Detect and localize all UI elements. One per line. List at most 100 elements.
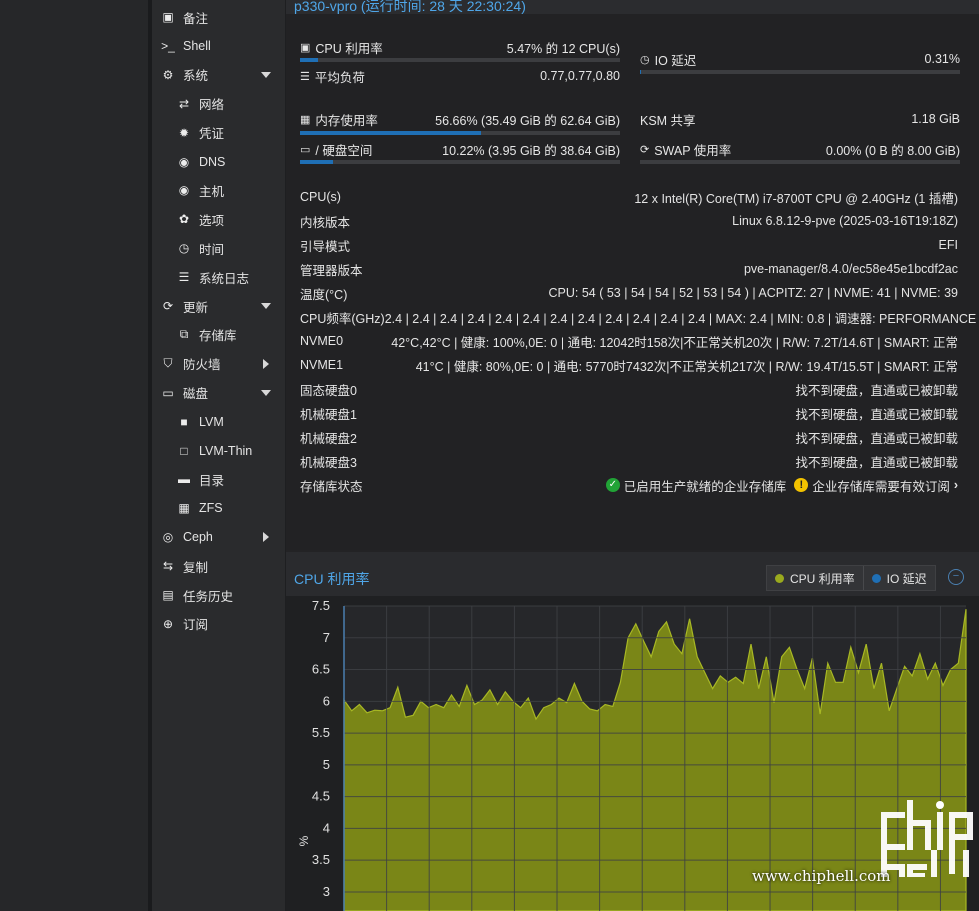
sidebar-item-label: 防火墙 [183,358,221,373]
sidebar-item-7[interactable]: ✿ 选项 [176,205,285,233]
legend-item-io[interactable]: IO 延迟 [862,566,935,590]
info-row: 引导模式 EFI [300,234,958,256]
y-tick-label: 3 [323,884,330,899]
info-row: 机械硬盘1 找不到硬盘，直通或已被卸载 [300,402,958,424]
caret-right-icon[interactable] [263,358,269,369]
sidebar-item-20[interactable]: ▤ 任务历史 [160,581,285,609]
sidebar-item-11[interactable]: ⧉ 存储库 [176,321,285,349]
sidebar-item-label: Ceph [183,530,213,545]
caret-down-icon[interactable] [261,389,271,396]
legend-item-cpu[interactable]: CPU 利用率 [767,566,863,590]
check-circle-icon: ✓ [605,478,620,492]
sidebar-item-8[interactable]: ◷ 时间 [176,234,285,262]
info-key: NVME0 [300,334,344,348]
sidebar-item-18[interactable]: ◎ Ceph [160,523,285,551]
sidebar-item-1[interactable]: >_ Shell [160,32,285,60]
sidebar-item-10[interactable]: ⟳ 更新 [160,292,285,320]
sidebar-item-0[interactable]: ▣ 备注 [160,3,285,31]
ksm-sharing-row: KSM 共享 1.18 GiB [640,110,960,128]
cpu-chip-icon: ▣ [300,41,311,54]
info-value: 找不到硬盘，直通或已被卸载 [795,455,958,470]
info-value: 找不到硬盘，直通或已被卸载 [795,407,958,422]
info-value: 41°C | 健康: 80%,0E: 0 | 通电: 5770时7432次|不正… [415,359,958,374]
sidebar-item-13[interactable]: ▭ 磁盘 [160,379,285,407]
certificate-icon: ✹ [178,125,190,140]
hdd-icon: ▭ [162,385,174,400]
list-alt-icon: ▤ [162,588,174,602]
info-row: CPU频率(GHz) 2.4 | 2.4 | 2.4 | 2.4 | 2.4 | … [300,306,976,328]
watermark-url: www.chiphell.com [752,867,891,885]
info-value: EFI [938,238,958,252]
load-average-label: 平均负荷 [314,70,365,85]
sidebar-item-9[interactable]: ☰ 系统日志 [176,263,285,291]
root-disk-label: / 硬盘空间 [315,143,373,158]
y-tick-label: 5.5 [312,725,330,740]
retweet-icon: ⇆ [162,559,174,574]
sidebar-item-label: 存储库 [199,329,237,344]
info-key: CPU频率(GHz) [300,311,385,326]
sidebar-item-label: LVM [199,414,224,429]
sidebar-item-21[interactable]: ⊕ 订阅 [160,610,285,638]
sidebar-item-label: 系统 [183,69,209,84]
folder-icon: ▬ [178,472,190,487]
support-icon: ⊕ [162,616,174,631]
caret-right-icon[interactable] [263,532,269,543]
cpu-usage-value: 5.47% 的 12 CPU(s) [506,41,620,56]
info-row: 固态硬盘0 找不到硬盘，直通或已被卸载 [300,378,958,400]
terminal-icon: >_ [161,38,175,53]
y-tick-label: 4.5 [312,789,330,804]
info-row: 温度(°C) CPU: 54 ( 53 | 54 | 54 | 52 | 53 |… [300,282,958,304]
swap-usage-label: SWAP 使用率 [654,143,732,158]
sidebar-item-3[interactable]: ⇄ 网络 [176,90,285,118]
legend-label: IO 延迟 [886,571,927,586]
info-key: 管理器版本 [300,263,363,278]
sidebar-item-6[interactable]: ◉ 主机 [176,176,285,204]
info-row: 管理器版本 pve-manager/8.4.0/ec58e45e1bcdf2ac [300,258,958,280]
legend-dot [871,573,881,583]
y-tick-label: 6 [323,693,330,708]
collapse-icon[interactable]: − [948,569,964,585]
network-icon: ⇄ [178,96,190,111]
info-value: 12 x Intel(R) Core(TM) i7-8700T CPU @ 2.… [634,191,958,206]
root-disk-bar [300,160,620,164]
sidebar-item-2[interactable]: ⚙ 系统 [160,61,285,89]
square-icon: ■ [180,414,188,429]
chevron-right-icon[interactable]: › [954,478,958,492]
node-status-header: p330-vpro (运行时间: 28 天 22:30:24) [286,0,979,14]
info-key: 机械硬盘2 [300,431,357,446]
memory-usage-bar [300,131,620,135]
caret-down-icon[interactable] [261,303,271,309]
info-value: 找不到硬盘，直通或已被卸载 [795,431,958,446]
info-row: NVME0 42°C,42°C | 健康: 100%,0E: 0 | 通电: 12… [300,330,958,352]
load-average-value: 0.77,0.77,0.80 [540,69,620,83]
sidebar-item-5[interactable]: ◉ DNS [176,148,285,176]
left-gutter [0,0,148,911]
progress-fill [640,70,641,74]
sidebar-item-12[interactable]: ⛉ 防火墙 [160,350,285,378]
y-tick-label: 5 [323,757,330,772]
refresh-icon: ⟳ [640,143,650,156]
cpu-usage-label: CPU 利用率 [315,41,383,56]
caret-down-icon[interactable] [261,71,271,78]
y-tick-label: 7.5 [312,598,330,613]
sidebar-item-15[interactable]: □ LVM-Thin [176,437,285,465]
sidebar-item-16[interactable]: ▬ 目录 [176,465,285,493]
sidebar-item-4[interactable]: ✹ 凭证 [176,119,285,147]
sidebar-item-label: 备注 [183,11,209,26]
progress-fill [300,131,482,135]
info-key: NVME1 [300,358,344,372]
info-key: 引导模式 [300,239,351,254]
warning-icon: ! [794,478,809,492]
chart-header: CPU 利用率 CPU 利用率 IO 延迟 − [286,552,979,596]
sidebar-item-19[interactable]: ⇆ 复制 [160,552,285,580]
refresh-icon: ⟳ [162,299,174,313]
sidebar-item-17[interactable]: ▦ ZFS [176,494,285,522]
root-disk-value: 10.22% (3.95 GiB 的 38.64 GiB) [442,143,620,158]
swap-usage-value: 0.00% (0 B 的 8.00 GiB) [825,143,960,158]
sidebar-item-14[interactable]: ■ LVM [176,408,285,436]
ceph-icon: ◎ [162,530,174,545]
notes-icon: ▣ [162,10,174,24]
legend-dot [775,573,784,583]
sidebar-item-label: DNS [199,154,226,169]
load-average-row: ☰ 平均负荷 0.77,0.77,0.80 [300,67,620,85]
